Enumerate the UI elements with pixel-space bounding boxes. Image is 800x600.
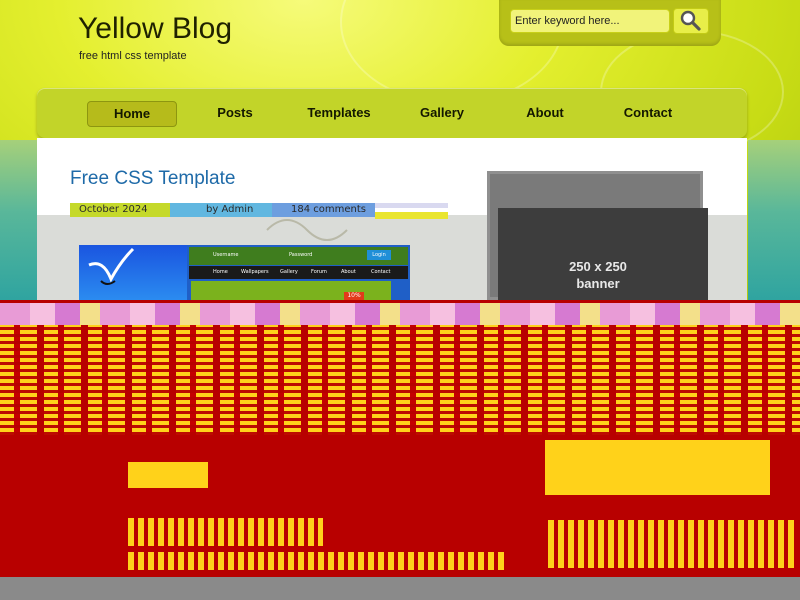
post-title[interactable]: Free CSS Template <box>70 168 235 190</box>
search-box <box>499 0 721 46</box>
corrupted-block <box>128 552 508 570</box>
thumbnail-field-label: Password <box>289 252 313 258</box>
nav-templates[interactable]: Templates <box>299 101 379 125</box>
thumbnail-site: Username Password Login Home Wallpapers … <box>187 245 410 300</box>
decorative-side-right <box>748 140 800 300</box>
nav-gallery[interactable]: Gallery <box>412 101 472 125</box>
corrupted-block <box>128 462 208 488</box>
decorative-side-left <box>0 140 40 300</box>
site-title[interactable]: Yellow Blog <box>78 12 232 46</box>
corrupted-block <box>128 518 323 546</box>
post-comments[interactable]: 184 comments <box>272 203 375 217</box>
seagull-icon <box>88 247 135 285</box>
nav-about[interactable]: About <box>517 101 573 125</box>
header-area: Yellow Blog free html css template Home … <box>0 0 800 300</box>
corrupted-band <box>0 303 800 325</box>
corrupted-footer <box>0 577 800 600</box>
main-navigation: Home Posts Templates Gallery About Conta… <box>37 88 747 138</box>
banner-text: 250 x 250 banner <box>498 258 698 292</box>
thumbnail-nav-item: Forum <box>311 269 327 275</box>
nav-contact[interactable]: Contact <box>615 101 681 125</box>
corrupted-block <box>548 520 798 568</box>
thumbnail-nav-item: Home <box>213 269 228 275</box>
site-subtitle: free html css template <box>79 50 187 62</box>
nav-posts[interactable]: Posts <box>207 101 263 125</box>
thumbnail-badge: 10% <box>344 292 364 300</box>
ad-banner[interactable]: 250 x 250 banner <box>498 208 708 300</box>
thumbnail-nav-item: About <box>341 269 356 275</box>
banner-label: banner <box>576 276 620 291</box>
meta-decoration <box>375 212 448 219</box>
corrupted-band <box>0 325 800 435</box>
thumbnail-field-label: Username <box>213 252 239 258</box>
magnifier-icon <box>680 10 701 31</box>
thumbnail-nav: Home Wallpapers Gallery Forum About Cont… <box>189 266 408 279</box>
search-input[interactable] <box>510 9 670 33</box>
thumbnail-nav-item: Gallery <box>280 269 298 275</box>
thumbnail-nav-item: Wallpapers <box>241 269 269 275</box>
corrupted-block <box>545 440 770 495</box>
thumbnail-sky <box>79 245 187 300</box>
thumbnail-nav-item: Contact <box>371 269 391 275</box>
thumbnail-login-button: Login <box>367 250 391 260</box>
banner-size: 250 x 250 <box>569 259 627 274</box>
nav-home[interactable]: Home <box>87 101 177 127</box>
post-thumbnail[interactable]: Username Password Login Home Wallpapers … <box>79 245 410 300</box>
search-button[interactable] <box>673 8 709 34</box>
thumbnail-header: Username Password Login <box>189 247 408 265</box>
